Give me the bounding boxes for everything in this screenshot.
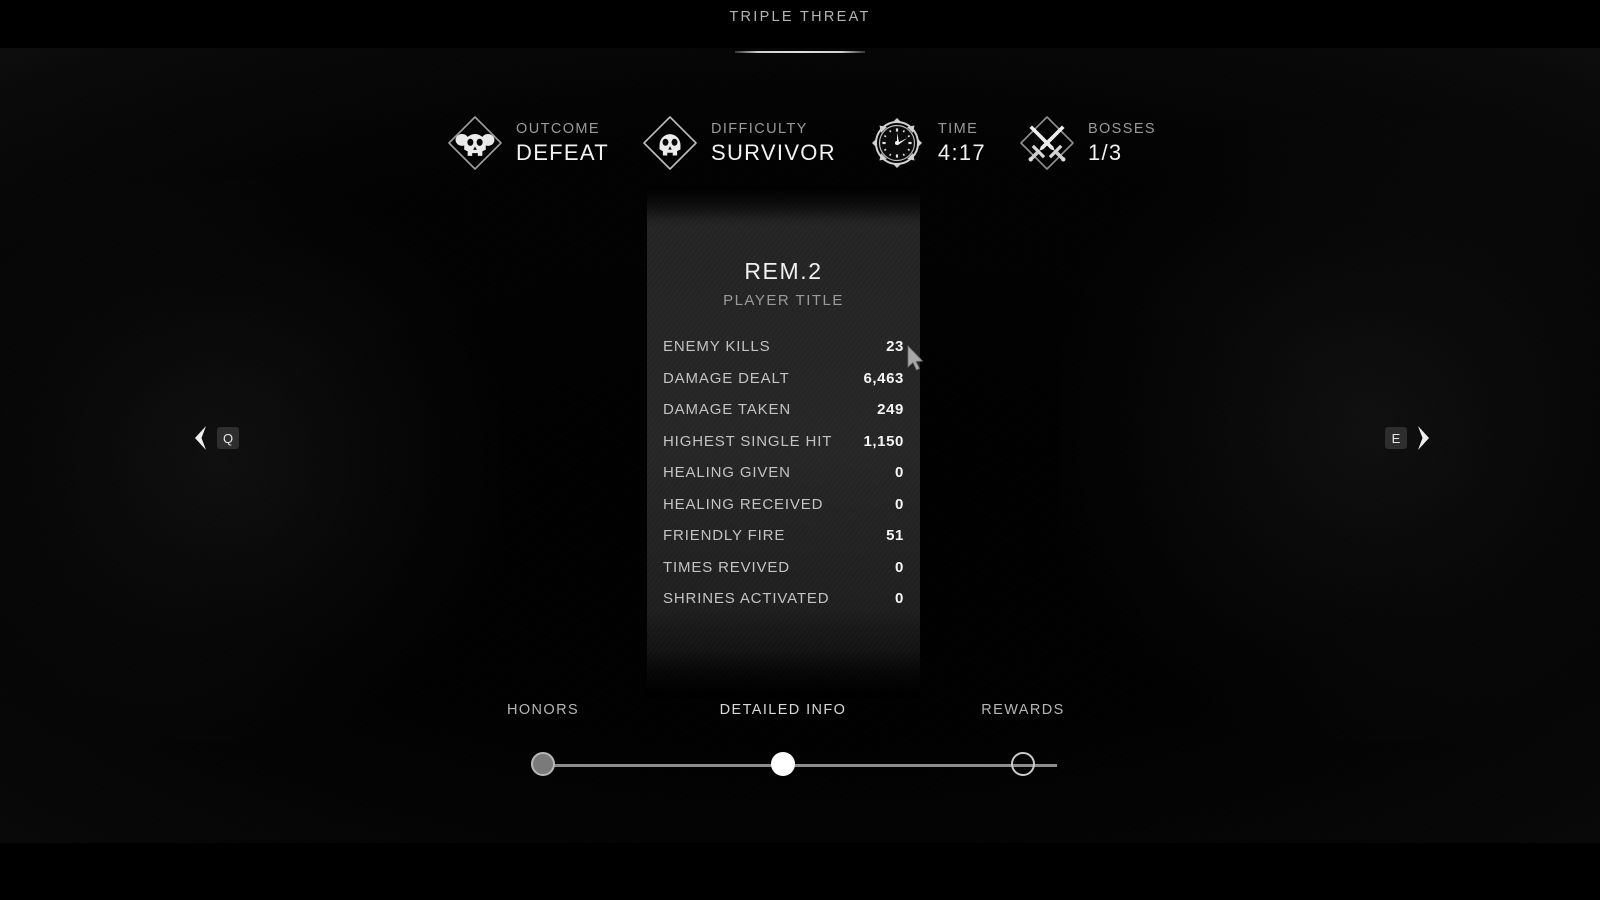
key-q-badge[interactable]: Q (217, 427, 239, 449)
summary-stat-outcome: OUTCOME DEFEAT (444, 112, 609, 174)
summary-stat-text: TIME 4:17 (938, 122, 986, 165)
stepper-dot-detailed-info[interactable] (771, 752, 795, 776)
stat-row: HEALING RECEIVED 0 (663, 496, 904, 528)
skull-icon (639, 112, 701, 174)
stat-value: 51 (886, 527, 904, 544)
stat-value: 0 (895, 590, 904, 607)
screen-tab[interactable]: TRIPLE THREAT (0, 8, 1600, 53)
stat-label: HIGHEST SINGLE HIT (663, 432, 833, 450)
summary-stat-bosses: BOSSES 1/3 (1016, 112, 1156, 174)
screen-tab-underline (735, 51, 865, 53)
chevron-right-icon (1416, 425, 1432, 451)
stat-row: HIGHEST SINGLE HIT 1,150 (663, 433, 904, 465)
stat-value: 6,463 (863, 369, 904, 387)
stat-value: 0 (895, 558, 904, 576)
stat-label: TIMES REVIVED (663, 558, 790, 576)
stat-row: HEALING GIVEN 0 (663, 464, 904, 496)
stat-row: SHRINES ACTIVATED 0 (663, 590, 904, 622)
panel-bottom-fade (647, 650, 920, 698)
stopwatch-icon (866, 112, 928, 174)
summary-stat-label: BOSSES (1087, 120, 1156, 137)
summary-stat-value: SURVIVOR (710, 140, 836, 166)
summary-stat-difficulty: DIFFICULTY SURVIVOR (639, 112, 836, 174)
summary-stat-value: 1/3 (1087, 140, 1123, 166)
stepper-label-honors[interactable]: HONORS (507, 703, 579, 718)
summary-stat-label: DIFFICULTY (710, 120, 808, 137)
stat-label: FRIENDLY FIRE (663, 527, 786, 544)
panel-top-fade (647, 186, 920, 220)
player-title-label: PLAYER TITLE (723, 292, 844, 309)
summary-stat-text: DIFFICULTY SURVIVOR (711, 122, 836, 165)
chevron-left-icon (192, 425, 208, 451)
summary-stat-text: OUTCOME DEFEAT (516, 122, 609, 165)
stat-row: TIMES REVIVED 0 (663, 559, 904, 591)
summary-stat-value: DEFEAT (516, 140, 609, 166)
stat-label: DAMAGE TAKEN (663, 401, 792, 418)
stat-row: FRIENDLY FIRE 51 (663, 527, 904, 559)
stat-label: DAMAGE DEALT (663, 369, 790, 387)
stat-label: ENEMY KILLS (663, 338, 771, 355)
stepper-track (543, 764, 1057, 767)
stat-row: DAMAGE TAKEN 249 (663, 401, 904, 433)
page-stepper: HONORS DETAILED INFO REWARDS (503, 703, 1097, 785)
stat-value: 23 (886, 338, 904, 355)
game-results-screen: REM.2 PLAYER TITLE ENEMY KILLS 23 DAMAGE D… (0, 0, 1600, 900)
detailed-info-panel: REM.2 PLAYER TITLE ENEMY KILLS 23 DAMAGE D… (647, 186, 920, 698)
stat-label: HEALING RECEIVED (663, 495, 824, 513)
stat-value: 0 (895, 495, 904, 513)
summary-stat-value: 4:17 (937, 140, 986, 166)
player-identity: REM.2 PLAYER TITLE (647, 258, 920, 309)
summary-stat-text: BOSSES 1/3 (1088, 122, 1156, 165)
stepper-label-rewards[interactable]: REWARDS (981, 703, 1064, 718)
stat-value: 249 (877, 401, 904, 418)
stepper-dot-rewards[interactable] (1011, 752, 1035, 776)
stepper-labels: HONORS DETAILED INFO REWARDS (503, 703, 1097, 725)
next-page-control[interactable]: E (1385, 425, 1432, 451)
stat-row: ENEMY KILLS 23 (663, 338, 904, 370)
letterbox-bottom (0, 843, 1600, 900)
prev-page-control[interactable]: Q (192, 425, 239, 451)
summary-stat-time: TIME 4:17 (866, 112, 986, 174)
stat-value: 1,150 (863, 432, 904, 450)
stepper-label-detailed-info[interactable]: DETAILED INFO (720, 703, 847, 718)
crossed-swords-icon (1016, 112, 1078, 174)
summary-stat-label: OUTCOME (516, 120, 600, 137)
summary-stats-row: OUTCOME DEFEAT DIFFICULTY SURVIVOR TIME 4:17 B… (0, 112, 1600, 174)
skull-winged-icon (444, 112, 506, 174)
detailed-stats-list: ENEMY KILLS 23 DAMAGE DEALT 6,463 DAMAGE TAK… (663, 338, 904, 622)
stepper-track-wrap (503, 745, 1097, 785)
player-name: REM.2 (744, 258, 823, 284)
stat-row: DAMAGE DEALT 6,463 (663, 370, 904, 402)
stat-label: SHRINES ACTIVATED (663, 590, 830, 607)
stepper-dot-honors[interactable] (531, 752, 555, 776)
summary-stat-label: TIME (937, 120, 979, 137)
stat-label: HEALING GIVEN (663, 464, 791, 481)
key-e-badge[interactable]: E (1385, 427, 1407, 449)
stat-value: 0 (895, 464, 904, 481)
screen-tab-label: TRIPLE THREAT (729, 9, 871, 25)
